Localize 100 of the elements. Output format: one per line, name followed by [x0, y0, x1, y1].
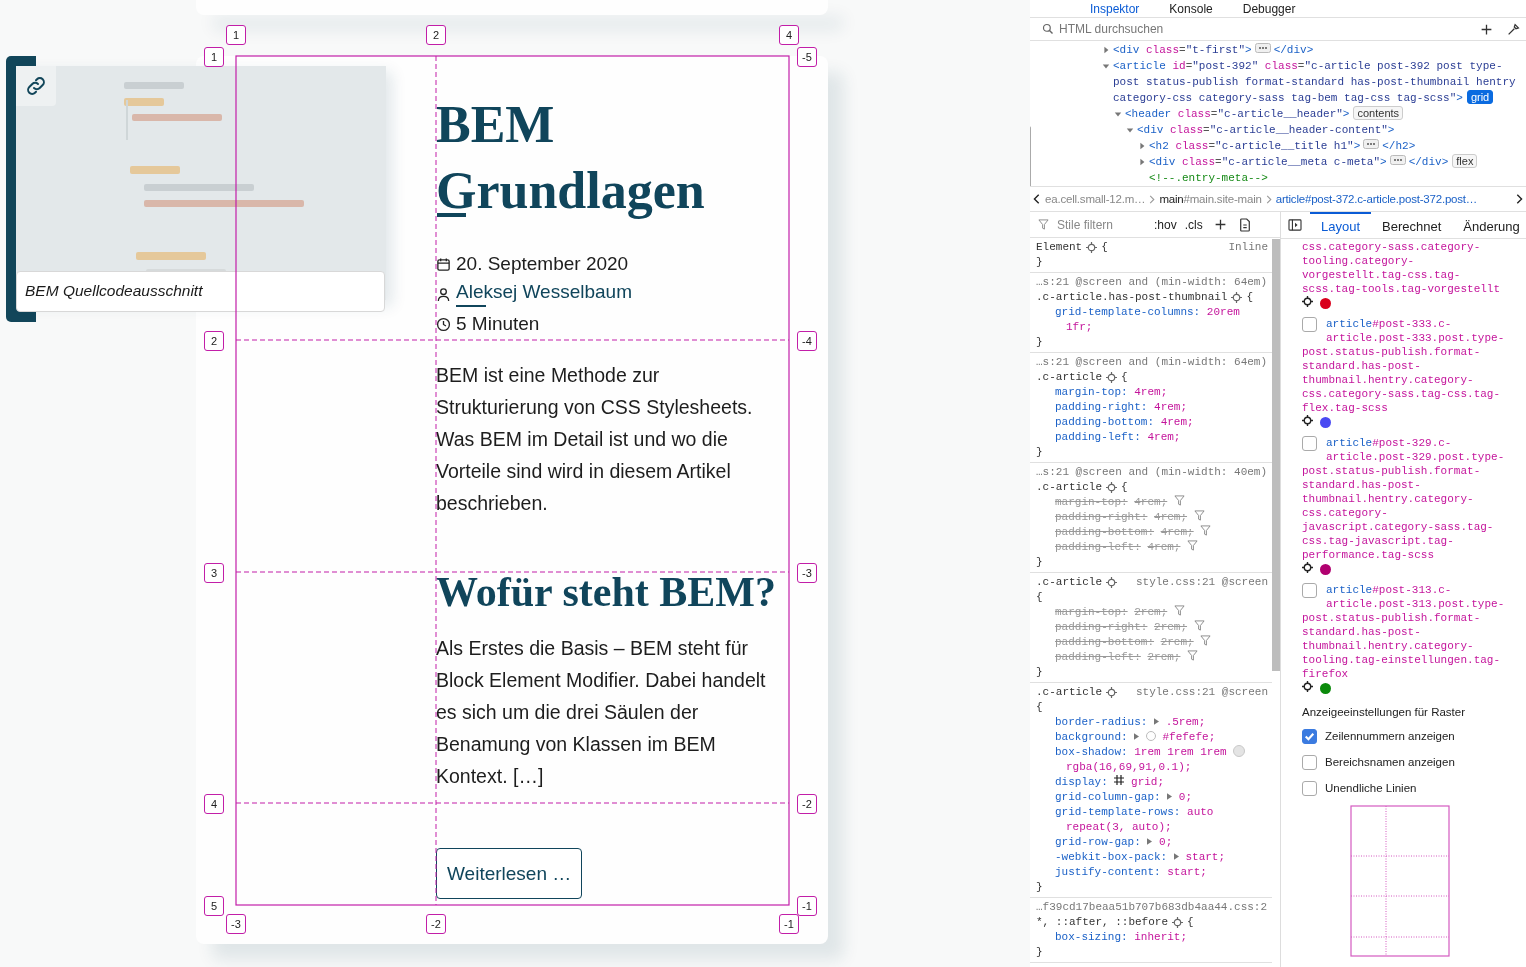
css-declaration[interactable]: box-sizing: inherit; — [1036, 930, 1268, 945]
filter-icon[interactable] — [1187, 650, 1199, 661]
panel-tab[interactable]: Berechnet — [1371, 212, 1453, 238]
line-number: -3 — [797, 563, 817, 583]
html-node[interactable]: <div class="c-article__header-content"> — [1137, 122, 1520, 138]
css-declaration[interactable]: padding-left: 4rem; — [1036, 430, 1268, 445]
color-swatch[interactable] — [1233, 745, 1246, 757]
expand-toggle-icon[interactable] — [1102, 62, 1110, 70]
checkbox-label[interactable]: Bereichsnamen anzeigen — [1325, 756, 1455, 768]
plus-icon[interactable] — [1213, 218, 1227, 231]
html-node[interactable]: <header class="c-article__header"> contents — [1125, 106, 1520, 122]
filter-icon[interactable] — [1200, 635, 1212, 646]
css-declaration[interactable]: grid-column-gap: 0; — [1036, 790, 1268, 805]
grid-selector[interactable]: article#post-333.c-article.post-333.post.type-post.status-publish.format-standard.has-post-thumbnail.hentry.category-css.category-sass.tag-css.tag-flex.tag-scss — [1302, 317, 1507, 415]
link-button[interactable] — [16, 66, 56, 106]
css-declaration[interactable]: grid-template-rows: auto repeat(3, auto); — [1036, 805, 1268, 835]
chevron-left-icon[interactable] — [1032, 193, 1042, 205]
html-node[interactable]: <div class="t-first"> </div> — [1113, 42, 1520, 58]
css-declaration[interactable]: box-shadow: 1rem 1rem 1rem rgba(16,69,91,0.1); — [1036, 745, 1268, 775]
css-declaration[interactable]: margin-top: 4rem; — [1036, 385, 1268, 400]
html-comment[interactable]: <!--.entry-meta--> — [1149, 170, 1520, 186]
html-node[interactable]: <div class="c-article__meta c-meta"> </div> flex — [1149, 154, 1520, 170]
filter-icon[interactable] — [1187, 540, 1199, 551]
target-icon[interactable] — [1302, 562, 1313, 573]
article-excerpt: BEM ist eine Methode zur Strukturierung von CSS Stylesheets. Was BEM im Detail ist und wo die Vorteile sind wird in diesem Artikel beschrieben. — [436, 363, 754, 516]
grid-selector[interactable]: css.category-sass.category-tooling.category-vorgestellt.tag-css.tag-scss.tag-tools.tag-vorgestellt — [1302, 240, 1507, 296]
document-icon[interactable] — [1238, 217, 1251, 232]
chevron-right-icon[interactable] — [1514, 193, 1524, 205]
expand-toggle-icon[interactable] — [1126, 126, 1134, 134]
devtools-tab[interactable]: Inspektor — [1080, 0, 1150, 17]
css-declaration[interactable]: padding-bottom: 4rem; — [1036, 415, 1268, 430]
expand-toggle-icon[interactable] — [1134, 733, 1140, 740]
expand-toggle-icon[interactable] — [1147, 838, 1153, 845]
devtools-tab[interactable]: Debugger — [1232, 0, 1306, 17]
checkbox[interactable] — [1302, 436, 1317, 451]
checkbox[interactable] — [1302, 728, 1317, 744]
css-declaration[interactable]: border-radius: .5rem; — [1036, 715, 1268, 730]
rule-source[interactable]: …s:21 @screen and (min-width: 64em) — [1036, 355, 1268, 370]
rule-source[interactable]: …f39cd17beaa51b707b683db4aa44.css:2 — [1036, 900, 1268, 915]
html-node[interactable]: <h2 class="c-article__title h1"> </h2> — [1149, 138, 1520, 154]
toolbar-button[interactable]: .cls — [1183, 217, 1204, 232]
checkbox[interactable] — [1302, 317, 1317, 332]
scrollbar[interactable] — [1272, 239, 1280, 671]
read-more-button[interactable]: Weiterlesen … — [436, 848, 583, 899]
expand-toggle-icon[interactable] — [1102, 46, 1110, 54]
css-declaration[interactable]: grid-template-columns: 20rem 1fr; — [1036, 305, 1268, 335]
rule-source[interactable]: …s:21 @screen and (min-width: 40em) — [1036, 465, 1268, 480]
panel-tab[interactable]: Änderung — [1452, 212, 1526, 238]
css-declaration[interactable]: justify-content: start; — [1036, 865, 1268, 880]
rule-source[interactable]: …s:21 @screen and (min-width: 64em) — [1036, 275, 1268, 290]
rule-source[interactable]: style.css:21 @screen — [1135, 685, 1268, 700]
expand-toggle-icon[interactable] — [1173, 853, 1179, 860]
filter-icon[interactable] — [1200, 525, 1212, 536]
ellipsis-icon[interactable] — [1254, 43, 1271, 53]
checkbox[interactable] — [1302, 780, 1317, 796]
plus-icon[interactable] — [1480, 22, 1493, 36]
html-node[interactable]: <article id="post-392" class="c-article post-392 post type-post status-publish format-standard has-post-thumbnail hentry category-css category-sass tag-bem tag-css tag-scss"> grid — [1113, 58, 1520, 106]
filter-icon[interactable] — [1173, 495, 1185, 506]
css-declaration[interactable]: display: grid; — [1036, 775, 1268, 790]
color-dot[interactable] — [1319, 417, 1331, 428]
rule-source[interactable]: style.css:21 @screen — [1135, 575, 1268, 590]
article-title[interactable]: BEM Grundlagen — [436, 92, 736, 224]
target-icon[interactable] — [1302, 296, 1313, 307]
brace: } — [1036, 666, 1043, 678]
expand-toggle-icon[interactable] — [1154, 718, 1160, 725]
checkbox-label[interactable]: Unendliche Linien — [1325, 782, 1417, 794]
filter-icon[interactable] — [1173, 605, 1185, 616]
toolbar-button[interactable]: :hov — [1153, 217, 1178, 232]
breadcrumb-item[interactable]: ea.cell.small-12.m… — [1045, 193, 1146, 205]
color-dot[interactable] — [1319, 564, 1331, 575]
css-declaration[interactable]: grid-row-gap: 0; — [1036, 835, 1268, 850]
color-dot[interactable] — [1319, 298, 1331, 309]
grid-selector[interactable]: article#post-313.c-article.post-313.post.type-post.status-publish.format-standard.has-post-thumbnail.hentry.category-tooling.tag-einstellungen.tag-firefox — [1302, 583, 1507, 681]
target-icon[interactable] — [1302, 415, 1313, 426]
grid-icon[interactable] — [1114, 775, 1125, 785]
css-declaration[interactable]: background: #fefefe; — [1036, 730, 1268, 745]
color-swatch[interactable] — [1145, 731, 1156, 741]
expand-toggle-icon[interactable] — [1114, 110, 1122, 118]
ellipsis-icon[interactable] — [1363, 139, 1380, 149]
checkbox[interactable] — [1302, 583, 1317, 598]
target-icon[interactable] — [1302, 681, 1313, 692]
rule-source[interactable]: Inline — [1228, 240, 1268, 255]
breadcrumb-item[interactable]: article#post-372.c-article.post-372.post… — [1275, 193, 1478, 205]
grid-selector[interactable]: article#post-329.c-article.post-329.post.type-post.status-publish.format-standard.has-post-thumbnail.hentry.category-css.category-javascript.category-sass.tag-css.tag-javascript.tag-performance.tag-scss — [1302, 436, 1507, 562]
ellipsis-icon[interactable] — [1389, 155, 1406, 165]
checkbox-label[interactable]: Zeilennummern anzeigen — [1325, 730, 1455, 742]
panel-tab[interactable]: Layout — [1310, 212, 1372, 238]
filter-icon[interactable] — [1193, 620, 1205, 631]
css-declaration[interactable]: -webkit-box-pack: start; — [1036, 850, 1268, 865]
devtools-tab[interactable]: Konsole — [1159, 0, 1223, 17]
expand-toggle-icon[interactable] — [1138, 158, 1146, 166]
filter-icon[interactable] — [1193, 510, 1205, 521]
eyedropper-icon[interactable] — [1507, 22, 1520, 36]
sidebar-toggle-icon[interactable] — [1288, 219, 1302, 231]
checkbox[interactable] — [1302, 754, 1317, 770]
color-dot[interactable] — [1319, 683, 1331, 694]
expand-toggle-icon[interactable] — [1138, 142, 1146, 150]
css-declaration[interactable]: padding-right: 4rem; — [1036, 400, 1268, 415]
breadcrumb-item[interactable]: main#main.site-main — [1159, 193, 1262, 205]
expand-toggle-icon[interactable] — [1167, 793, 1173, 800]
